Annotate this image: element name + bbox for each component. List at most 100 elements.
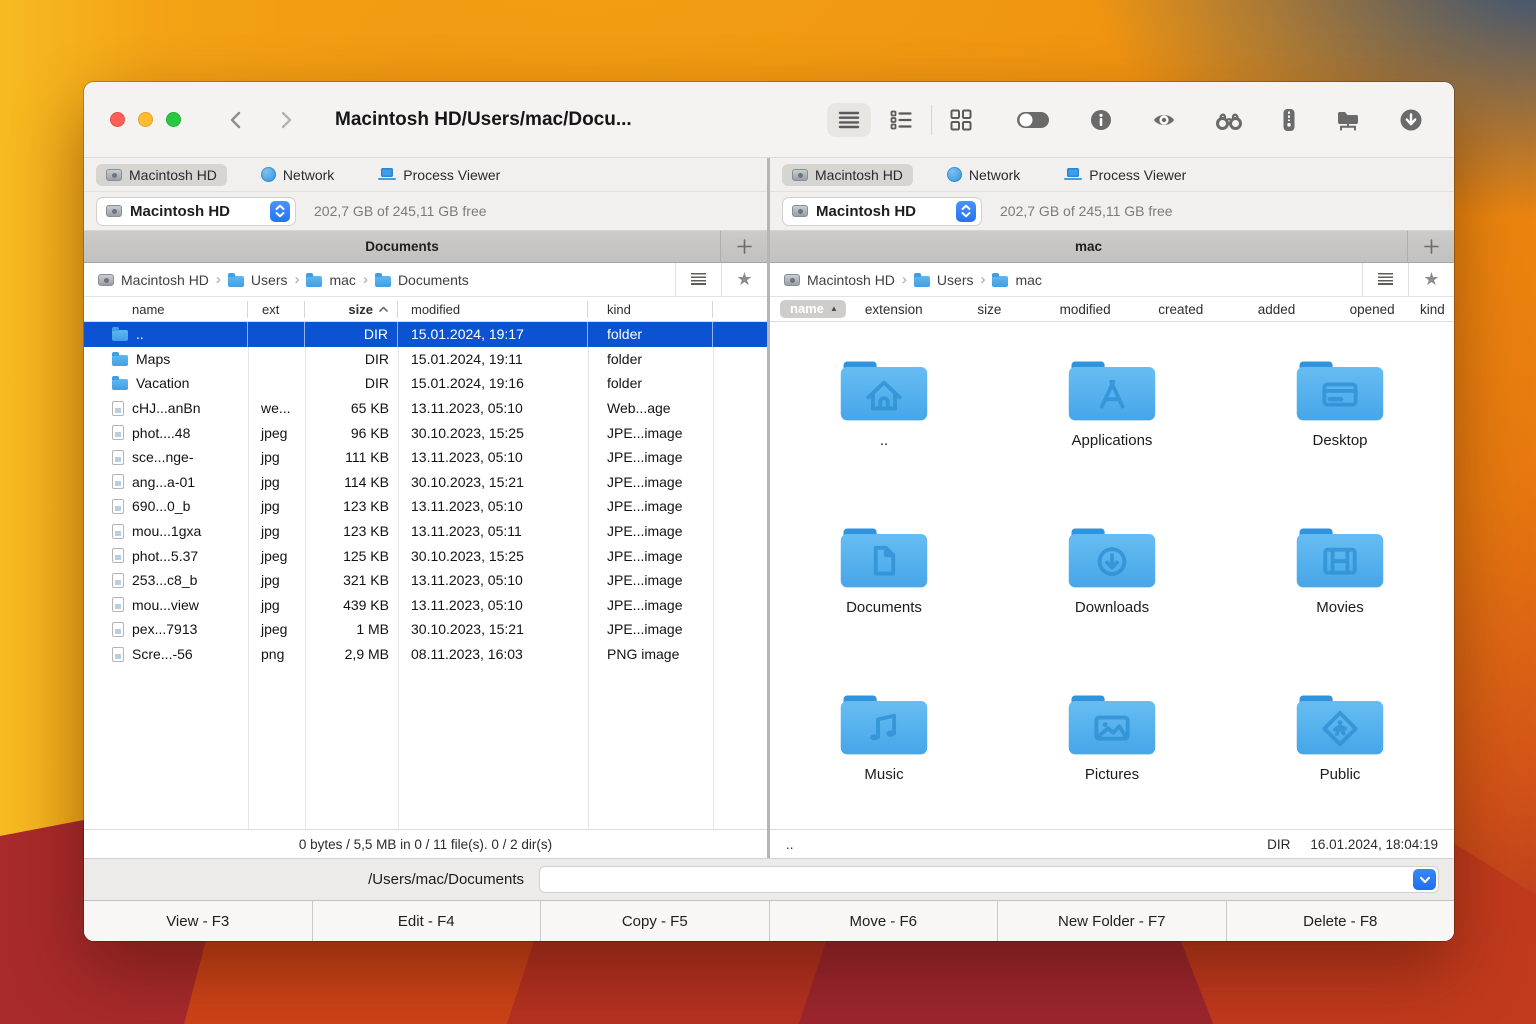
grid-item-applications[interactable]: Applications — [1032, 354, 1192, 449]
column-header-ext[interactable]: ext — [248, 301, 305, 318]
stepper-icon[interactable] — [956, 201, 976, 222]
column-header-added[interactable]: added — [1229, 302, 1325, 317]
tab-network[interactable]: Network — [937, 164, 1030, 186]
stepper-icon[interactable] — [270, 201, 290, 222]
view-button[interactable]: View - F3 — [84, 901, 312, 941]
current-path-label: /Users/mac/Documents — [84, 871, 539, 888]
status-date: 16.01.2024, 18:04:19 — [1310, 837, 1438, 852]
move-button[interactable]: Move - F6 — [769, 901, 998, 941]
list-view-button[interactable] — [827, 103, 871, 137]
tab-network[interactable]: Network — [251, 164, 344, 186]
grid-item-movies[interactable]: Movies — [1260, 521, 1420, 616]
add-tab-button[interactable] — [1407, 231, 1454, 262]
command-history-button[interactable] — [1413, 869, 1436, 890]
column-header-size[interactable]: size — [305, 301, 398, 318]
folder-icon — [838, 688, 930, 760]
grid-item-music[interactable]: Music — [804, 688, 964, 783]
column-header-name[interactable]: name▲ — [780, 300, 846, 318]
info-button[interactable] — [1090, 109, 1112, 131]
table-row[interactable]: ..DIR15.01.2024, 19:17folder — [84, 322, 767, 347]
grid-item-documents[interactable]: Documents — [804, 521, 964, 616]
table-row[interactable]: mou...viewjpg439 KB13.11.2023, 05:10JPE.… — [84, 593, 767, 618]
column-header-modified[interactable]: modified — [398, 301, 588, 318]
network-share-button[interactable] — [1336, 109, 1360, 131]
list-menu-icon[interactable] — [1362, 263, 1408, 296]
file-size: 114 KB — [305, 470, 398, 495]
back-button[interactable] — [225, 108, 247, 132]
favorites-star-icon[interactable] — [1408, 263, 1454, 296]
drive-selector[interactable]: Macintosh HD — [96, 197, 296, 226]
file-size: DIR — [305, 347, 398, 372]
breadcrumb-item[interactable]: Macintosh HD — [784, 272, 895, 288]
column-header-size[interactable]: size — [942, 302, 1038, 317]
tab-label: Macintosh HD — [129, 167, 217, 183]
table-row[interactable]: 253...c8_bjpg321 KB13.11.2023, 05:10JPE.… — [84, 568, 767, 593]
close-button[interactable] — [110, 112, 125, 127]
column-header-modified[interactable]: modified — [1037, 302, 1133, 317]
edit-button[interactable]: Edit - F4 — [312, 901, 541, 941]
folder-tab[interactable]: Documents — [84, 231, 720, 262]
breadcrumb-item[interactable]: Documents — [375, 272, 469, 288]
file-ext: jpeg — [248, 617, 305, 642]
download-button[interactable] — [1400, 109, 1422, 131]
list-menu-icon[interactable] — [675, 263, 721, 296]
table-row[interactable]: sce...nge-jpg111 KB13.11.2023, 05:10JPE.… — [84, 445, 767, 470]
preview-button[interactable] — [1152, 110, 1176, 130]
breadcrumb-item[interactable]: Macintosh HD — [98, 272, 209, 288]
column-header-extension[interactable]: extension — [846, 302, 942, 317]
table-row[interactable]: phot....48jpeg96 KB30.10.2023, 15:25JPE.… — [84, 420, 767, 445]
forward-button[interactable] — [275, 108, 297, 132]
column-header-kind[interactable]: kind — [1420, 302, 1454, 317]
favorites-star-icon[interactable] — [721, 263, 767, 296]
tab-macintosh-hd[interactable]: Macintosh HD — [782, 164, 913, 186]
copy-button[interactable]: Copy - F5 — [540, 901, 769, 941]
column-header-opened[interactable]: opened — [1324, 302, 1420, 317]
breadcrumb-item[interactable]: mac — [992, 272, 1041, 288]
breadcrumb: Macintosh HD Users mac Documents — [84, 263, 675, 296]
file-name: cHJ...anBn — [132, 400, 200, 416]
zoom-button[interactable] — [166, 112, 181, 127]
file-modified: 13.11.2023, 05:10 — [398, 494, 588, 519]
search-button[interactable] — [1216, 110, 1242, 130]
command-input[interactable] — [539, 866, 1439, 893]
table-row[interactable]: phot...5.37jpeg125 KB30.10.2023, 15:25JP… — [84, 543, 767, 568]
breadcrumb-label: Macintosh HD — [807, 272, 895, 288]
minimize-button[interactable] — [138, 112, 153, 127]
folder-tab[interactable]: mac — [770, 231, 1407, 262]
table-row[interactable]: MapsDIR15.01.2024, 19:11folder — [84, 347, 767, 372]
tab-process-viewer[interactable]: Process Viewer — [1054, 164, 1196, 186]
table-row[interactable]: ang...a-01jpg114 KB30.10.2023, 15:21JPE.… — [84, 470, 767, 495]
network-folder-icon — [1336, 109, 1360, 131]
grid-item-parent[interactable]: .. — [804, 354, 964, 449]
column-header-kind[interactable]: kind — [588, 301, 713, 318]
file-icon — [112, 499, 124, 514]
table-row[interactable]: VacationDIR15.01.2024, 19:16folder — [84, 371, 767, 396]
column-header-name[interactable]: name — [84, 301, 248, 318]
grid-item-desktop[interactable]: Desktop — [1260, 354, 1420, 449]
table-row[interactable]: mou...1gxajpg123 KB13.11.2023, 05:11JPE.… — [84, 519, 767, 544]
grid-item-downloads[interactable]: Downloads — [1032, 521, 1192, 616]
breadcrumb-item[interactable]: Users — [914, 272, 974, 288]
grid-view-button[interactable] — [950, 109, 972, 131]
toggle-switch-button[interactable] — [1016, 110, 1050, 130]
toolbar — [827, 103, 1454, 137]
delete-button[interactable]: Delete - F8 — [1226, 901, 1455, 941]
breadcrumb-item[interactable]: Users — [228, 272, 288, 288]
detail-view-button[interactable] — [889, 110, 913, 130]
grid-item-pictures[interactable]: Pictures — [1032, 688, 1192, 783]
breadcrumb-item[interactable]: mac — [306, 272, 355, 288]
table-row[interactable]: pex...7913jpeg1 MB30.10.2023, 15:21JPE..… — [84, 617, 767, 642]
tab-process-viewer[interactable]: Process Viewer — [368, 164, 510, 186]
column-header-created[interactable]: created — [1133, 302, 1229, 317]
archive-button[interactable] — [1282, 108, 1296, 132]
table-row[interactable]: Scre...-56png2,9 MB08.11.2023, 16:03PNG … — [84, 642, 767, 667]
drive-selector[interactable]: Macintosh HD — [782, 197, 982, 226]
table-row[interactable]: 690...0_bjpg123 KB13.11.2023, 05:10JPE..… — [84, 494, 767, 519]
new-folder-button[interactable]: New Folder - F7 — [997, 901, 1226, 941]
file-kind: JPE...image — [588, 494, 713, 519]
file-modified: 13.11.2023, 05:11 — [398, 519, 588, 544]
tab-macintosh-hd[interactable]: Macintosh HD — [96, 164, 227, 186]
add-tab-button[interactable] — [720, 231, 767, 262]
table-row[interactable]: cHJ...anBnwe...65 KB13.11.2023, 05:10Web… — [84, 396, 767, 421]
grid-item-public[interactable]: Public — [1260, 688, 1420, 783]
